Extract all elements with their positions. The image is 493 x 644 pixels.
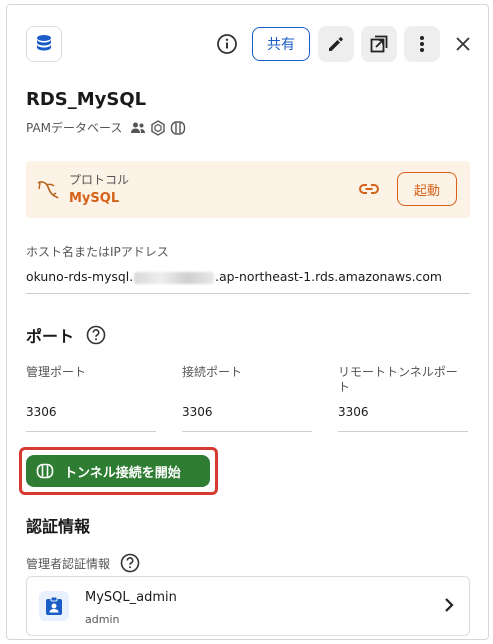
- users-icon: [130, 121, 146, 135]
- ports-heading-text: ポート: [26, 327, 75, 346]
- database-icon: [26, 26, 62, 62]
- credential-name: MySQL_admin: [85, 590, 177, 605]
- close-icon[interactable]: [450, 31, 476, 57]
- connection-port-field: 接続ポート 3306: [182, 365, 312, 432]
- help-icon[interactable]: [86, 325, 106, 345]
- protocol-value: MySQL: [69, 191, 120, 206]
- more-vert-icon: [420, 36, 424, 52]
- tunnel-icon: [170, 120, 186, 136]
- resource-title: RDS_MySQL: [26, 89, 147, 110]
- host-label: ホスト名またはIPアドレス: [26, 245, 169, 259]
- open-external-button[interactable]: [361, 26, 397, 62]
- more-menu-button[interactable]: [404, 26, 440, 62]
- start-tunnel-label: トンネル接続を開始: [64, 465, 181, 481]
- chevron-right-icon: [443, 597, 455, 617]
- info-icon[interactable]: [214, 31, 240, 57]
- start-tunnel-button[interactable]: トンネル接続を開始: [26, 455, 210, 487]
- connection-port-underline: [182, 431, 312, 432]
- redacted-segment: [134, 271, 215, 284]
- host-value-suffix: .ap-northeast-1.rds.amazonaws.com: [215, 269, 442, 284]
- host-value: okuno-rds-mysql. .ap-northeast-1.rds.amaz…: [26, 269, 442, 284]
- admin-port-label: 管理ポート: [26, 365, 87, 379]
- admin-credentials-label: 管理者認証情報: [26, 556, 111, 571]
- remote-tunnel-port-field: リモートトンネルポート 3306: [338, 365, 468, 432]
- host-divider: [26, 293, 470, 294]
- protocol-label: プロトコル: [69, 173, 130, 187]
- admin-credential-item[interactable]: MySQL_admin admin: [26, 576, 470, 636]
- admin-port-value: 3306: [26, 405, 57, 419]
- help-icon[interactable]: [120, 553, 140, 573]
- hexagon-icon: [150, 119, 166, 136]
- remote-tunnel-port-label: リモートトンネルポート: [338, 365, 458, 394]
- credentials-heading: 認証情報: [26, 517, 91, 536]
- share-button[interactable]: 共有: [252, 27, 310, 61]
- header-toolbar: 共有: [214, 26, 476, 62]
- pencil-icon: [329, 37, 343, 51]
- edit-button[interactable]: [318, 26, 354, 62]
- id-badge-icon: [39, 591, 69, 621]
- host-value-prefix: okuno-rds-mysql.: [26, 269, 134, 284]
- admin-port-underline: [26, 431, 156, 432]
- admin-credentials-label-row: 管理者認証情報: [26, 553, 140, 573]
- remote-tunnel-port-value: 3306: [338, 405, 369, 419]
- remote-tunnel-port-underline: [338, 431, 468, 432]
- credential-username: admin: [85, 613, 120, 626]
- open-in-new-icon: [370, 35, 388, 53]
- tunnel-icon: [36, 463, 54, 479]
- admin-port-field: 管理ポート 3306: [26, 365, 156, 432]
- resource-type-label: PAMデータベース: [26, 121, 123, 135]
- mysql-dolphin-icon: [36, 178, 60, 204]
- connection-port-label: 接続ポート: [182, 365, 243, 379]
- launch-button[interactable]: 起動: [397, 172, 457, 206]
- protocol-card: プロトコル MySQL 起動: [26, 161, 470, 218]
- connection-port-value: 3306: [182, 405, 213, 419]
- resource-subtitle-row: PAMデータベース: [26, 119, 190, 136]
- link-icon[interactable]: [359, 181, 379, 200]
- ports-heading: ポート: [26, 323, 106, 347]
- resource-detail-panel: 共有 RDS_MySQL PAMデータベース プロトコル MySQL 起動 ホス…: [6, 4, 489, 640]
